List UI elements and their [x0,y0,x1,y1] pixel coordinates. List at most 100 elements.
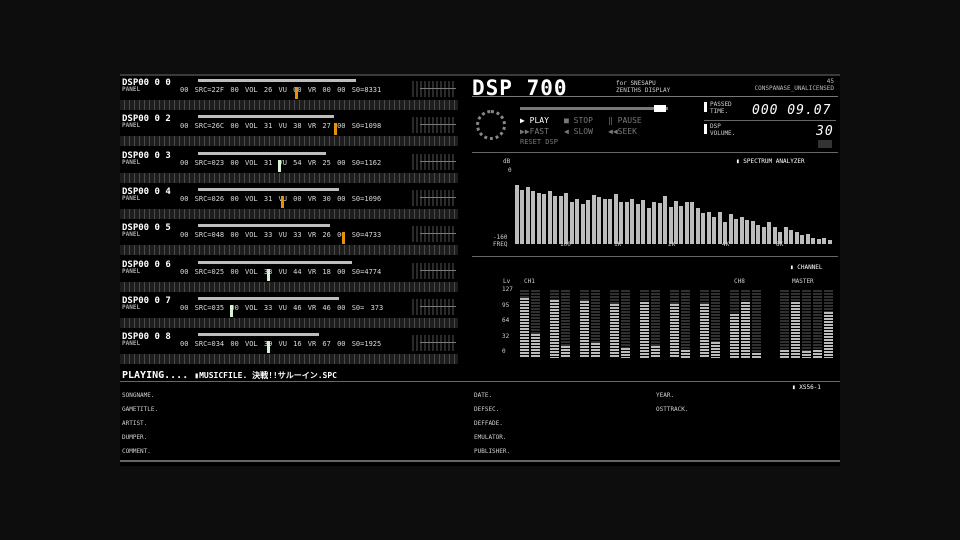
spectrum-bar [668,206,673,244]
channel-keyboard[interactable] [120,136,458,147]
volume-stepper[interactable] [818,140,832,148]
channel-strip[interactable]: DSP00 0 5 PANEL 00 SRC=048 00 VOL 33 VU 33… [120,223,460,257]
channel-meter-rule [420,342,456,344]
spectrum-bar [613,194,618,244]
position-handle[interactable] [654,105,666,112]
channel-keyboard[interactable] [120,317,458,328]
channel-values: 00 SRC=22F 00 VOL 26 VU 00 VR 00 00 S0=8… [180,86,382,94]
channel-meter [412,81,456,97]
spectrum-bar [536,192,541,244]
channel-number: 0 6 [154,259,171,270]
spectrum-bar [674,200,678,244]
section-rule-2 [472,256,838,257]
channel-meter [412,335,456,352]
dial-icon[interactable] [476,110,506,140]
spectrum-bar [597,197,602,244]
logo-sub-1: for SNESAPU [616,80,656,87]
spectrum-bar [531,191,536,244]
id-text-2: CONSPANASE_UNALICENSED [754,85,834,92]
level-bar [741,302,750,358]
spectrum-bar [717,211,722,244]
level-bar [824,311,833,358]
metadata-field-label: YEAR. [656,392,675,399]
level-ch-first: CH1 [524,278,535,285]
channel-strip[interactable]: DSP00 0 8 PANEL 00 SRC=034 00 VOL 39 VU 16… [120,332,460,366]
spectrum-bar [679,205,684,244]
level-bar [520,298,529,358]
spectrum-bar [761,226,766,244]
channel-keyboard[interactable] [120,172,458,183]
spectrum-bar [608,198,613,244]
channel-pitch-marker [280,195,284,208]
spectrum-bar [734,218,739,244]
channel-strip[interactable]: DSP00 0 2 PANEL 00 SRC=26C 00 VOL 31 VU 38… [120,114,460,148]
section-rule-1 [472,152,838,153]
level-bar-track [752,290,761,358]
spectrum-freq-tick: 1K [614,241,622,248]
channel-strip[interactable]: DSP00 0 4PANEL00 SRC=026 00 VOL 31 VU 00… [120,187,460,221]
stop-button[interactable]: ■ STOP [564,116,593,125]
play-button[interactable]: ▶ PLAY [520,116,549,125]
slow-button[interactable]: ◀ SLOW [564,127,593,136]
channel-strip[interactable]: DSP00 0 7 PANEL 00 SRC=035 00 VOL 33 VU 46… [120,296,460,330]
channel-meter-rule [420,160,456,162]
level-bar [531,334,540,358]
channel-keyboard[interactable] [120,100,458,110]
level-scale-label: 0 [502,348,506,355]
level-bar [640,302,649,358]
channel-number: 0 5 [154,223,171,234]
spectrum-bar [591,195,596,244]
channel-meter [412,262,456,279]
spectrum-bar [542,194,547,244]
level-bar [550,299,559,358]
level-bar-track [813,290,822,358]
time-rule [704,120,836,121]
seek-button[interactable]: ◀◀SEEK [608,127,637,136]
spectrum-bar [745,219,750,244]
channel-strip[interactable]: DSP00 0 3 PANEL 00 SRC=023 00 VOL 31 VU 54… [120,151,460,185]
channel-level-bar [198,296,339,300]
channel-pitch-marker [266,268,270,281]
spectrum-bar [646,208,651,244]
level-bar [730,313,739,358]
level-bar [580,300,589,358]
spectrum-bar [558,196,563,244]
channel-tag: DSP00 0 0 PANEL [122,78,171,93]
channel-pitch-marker [342,232,346,245]
spectrum-bar [553,195,558,244]
spectrum-bar [619,202,624,244]
volume-marker [704,124,707,134]
level-lv-label: Lv [503,278,511,285]
spectrum-bar [789,230,794,244]
fast-button[interactable]: ▶▶FAST [520,127,549,136]
level-bar [621,347,630,358]
channel-keyboard[interactable] [120,208,458,219]
level-scale-label: 95 [502,301,510,309]
channel-level-bar [198,151,326,155]
channel-number: 0 0 [154,78,171,88]
dsp-volume-value[interactable]: 30 [816,124,834,139]
channel-meter-rule [420,124,456,126]
spectrum-bottom-label: -160 [493,234,508,241]
music-file-label: ▮MUSICFILE. [194,371,248,380]
channel-strip[interactable]: DSP00 0 0 PANEL 00 SRC=22F 00 VOL 26 VU 00… [120,78,460,112]
spectrum-bar [652,202,657,244]
level-bar [591,343,600,358]
level-bar [610,303,619,358]
channel-keyboard[interactable] [120,354,458,365]
pause-button[interactable]: ‖ PAUSE [608,116,642,125]
spectrum-bar [783,227,788,244]
channel-keyboard[interactable] [120,281,458,292]
level-bar [752,352,761,358]
channel-keyboard[interactable] [120,245,458,256]
playing-status: PLAYING.... [122,370,189,381]
channel-strip[interactable]: DSP00 0 6 PANEL 00 SRC=025 00 VOL 33 VU 44… [120,260,460,294]
logo-subtitle: for SNESAPU ZENITHS DISPLAY [616,80,670,94]
level-bar [681,349,690,358]
channel-level-bar [198,79,357,82]
metadata-field-label: GAMETITLE. [122,406,159,413]
reset-dsp-button[interactable]: RESET DSP [520,138,558,146]
position-bar[interactable] [520,107,668,110]
channel-meter [412,153,456,170]
spectrum-top-label: 0 [508,167,512,174]
